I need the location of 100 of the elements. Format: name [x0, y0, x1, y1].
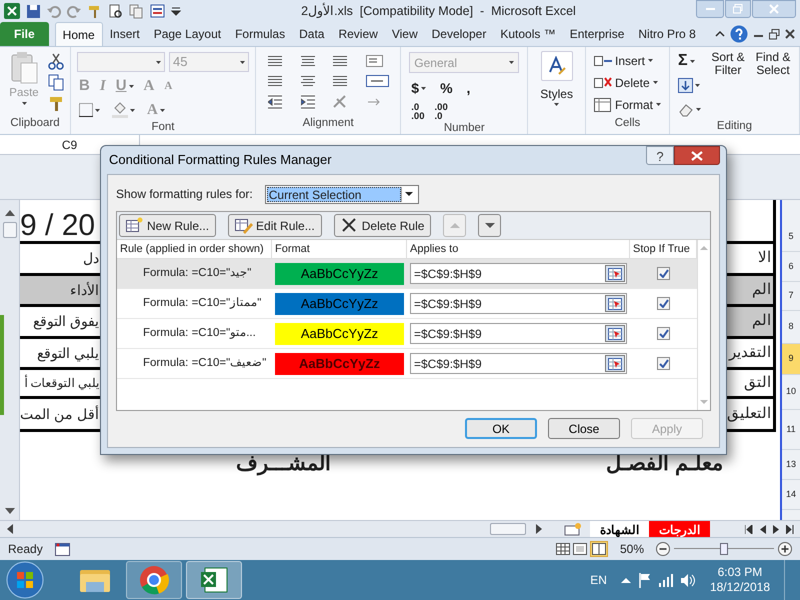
decrease-indent-icon[interactable] [268, 95, 282, 109]
cut-icon[interactable] [48, 53, 64, 70]
decimal-button[interactable]: .00 .0 [432, 103, 450, 121]
align-right-icon[interactable] [333, 76, 348, 86]
applies-to-field[interactable]: =$C$9:$H$9 [410, 293, 627, 314]
cells-button[interactable]: Format [594, 95, 661, 114]
align-center-icon[interactable] [300, 76, 315, 86]
applies-to-field[interactable]: =$C$9:$H$9 [410, 323, 627, 344]
show-hidden-icons-icon[interactable] [620, 577, 631, 583]
ribbon-tab[interactable]: View [384, 22, 425, 46]
close-window-icon[interactable] [785, 28, 796, 40]
start-button-icon[interactable] [6, 561, 44, 599]
percent-button[interactable]: % [438, 78, 455, 98]
flag-icon[interactable] [638, 572, 651, 588]
align-top-icon[interactable] [268, 56, 282, 66]
comma-button[interactable]: , [464, 78, 472, 98]
copy-icon[interactable] [129, 4, 144, 18]
stop-if-true-checkbox[interactable] [657, 357, 670, 370]
find-select-button[interactable]: Find & Select [753, 51, 793, 119]
stop-if-true-checkbox[interactable] [657, 297, 670, 310]
applies-to-field[interactable]: =$C$9:$H$9 [410, 263, 627, 284]
zoom-in-icon[interactable] [778, 542, 792, 556]
scroll-left-icon[interactable] [7, 524, 13, 534]
scope-dropdown[interactable]: Current Selection [264, 184, 419, 204]
pane-handle[interactable] [0, 315, 4, 415]
restore-window-icon[interactable] [769, 28, 780, 40]
language-indicator[interactable]: EN [590, 571, 607, 589]
move-down-button[interactable] [478, 214, 502, 237]
zoom-out-icon[interactable] [656, 542, 670, 556]
currency-button[interactable]: $ [409, 78, 428, 98]
ribbon-tab[interactable]: Enterprise [562, 22, 632, 46]
ribbon-tab[interactable]: Home [54, 22, 103, 46]
print-preview-icon[interactable] [108, 4, 123, 18]
fill-color-button[interactable] [110, 100, 137, 120]
ribbon-tab[interactable]: Developer [424, 22, 494, 46]
cells-button[interactable]: Insert [594, 51, 661, 70]
toolbar-button[interactable]: Delete Rule [334, 214, 432, 237]
toolbar-button[interactable]: New Rule... [119, 214, 216, 237]
cells-button[interactable]: Delete [594, 73, 661, 92]
help-button[interactable]: ? [646, 146, 674, 165]
toolbar-button[interactable]: Edit Rule... [228, 214, 322, 237]
file-tab[interactable]: File [0, 22, 49, 46]
zoom-slider[interactable] [674, 542, 774, 556]
align-middle-icon[interactable] [300, 56, 315, 66]
ribbon-tab[interactable]: Nitro Pro 8 [631, 22, 703, 46]
save-icon[interactable] [26, 4, 41, 18]
decimal-button[interactable]: .0 .00 [409, 103, 427, 121]
fill-button[interactable] [676, 75, 703, 95]
page-layout-view-icon[interactable] [572, 543, 587, 555]
sort-filter-button[interactable]: Sort & Filter [709, 51, 747, 119]
ribbon-tab[interactable]: Kutools ™ [493, 22, 563, 46]
scroll-up-icon[interactable] [4, 210, 14, 216]
new-sheet-icon[interactable] [564, 522, 582, 536]
first-sheet-icon[interactable] [745, 524, 753, 534]
autosum-button[interactable]: Σ [676, 51, 703, 71]
format-painter-icon[interactable] [48, 95, 64, 112]
scroll-right-icon[interactable] [536, 524, 542, 534]
scrollbar[interactable] [697, 240, 710, 410]
dialog-button[interactable]: Close [548, 418, 620, 439]
last-sheet-icon[interactable] [786, 524, 794, 534]
orientation-icon[interactable] [366, 55, 383, 67]
stop-if-true-checkbox[interactable] [657, 327, 670, 340]
clock[interactable]: 6:03 PM 18/12/2018 [710, 565, 770, 595]
rule-formula: Formula: =C10="جيد" [143, 266, 252, 279]
ribbon-tab[interactable]: Insert [102, 22, 147, 46]
check-icon [658, 269, 668, 278]
ribbon-tab[interactable]: Page Layout [146, 22, 228, 46]
font-name-field[interactable] [77, 52, 165, 72]
taskbar-button[interactable] [186, 561, 242, 599]
previous-sheet-icon[interactable] [760, 524, 766, 534]
scrollbar-thumb[interactable] [2, 222, 16, 238]
scrollbar-thumb[interactable] [490, 523, 526, 535]
volume-icon[interactable] [680, 572, 696, 588]
copy-icon[interactable] [48, 74, 64, 91]
macro-record-icon[interactable] [54, 542, 70, 556]
next-sheet-icon[interactable] [773, 524, 779, 534]
borders-button[interactable] [77, 100, 102, 120]
format-painter-icon[interactable] [87, 4, 102, 18]
stop-if-true-checkbox[interactable] [657, 267, 670, 280]
ribbon-tab[interactable]: Formulas [228, 22, 292, 46]
ribbon-tab[interactable]: Review [331, 22, 385, 46]
normal-view-icon[interactable] [556, 543, 570, 555]
help-icon[interactable] [730, 25, 748, 43]
align-left-icon[interactable] [268, 76, 282, 86]
taskbar-button[interactable] [126, 561, 182, 599]
excel-logo-icon[interactable] [4, 3, 20, 19]
collapse-ribbon-icon[interactable] [715, 29, 725, 39]
dialog-button[interactable]: OK [465, 418, 537, 439]
applies-to-field[interactable]: =$C$9:$H$9 [410, 353, 627, 374]
ribbon-tab[interactable]: Data [292, 22, 332, 46]
form-icon[interactable] [150, 4, 165, 18]
sheet-tab[interactable]: الشهادة [590, 521, 649, 537]
signal-icon[interactable] [658, 573, 673, 587]
page-break-view-button[interactable] [590, 541, 608, 557]
scroll-down-icon[interactable] [4, 508, 14, 514]
sheet-tab[interactable]: الدرجات [649, 521, 710, 537]
increase-indent-icon[interactable] [300, 95, 315, 109]
customize-arrow-icon[interactable] [171, 5, 181, 17]
close-button[interactable] [674, 146, 720, 165]
align-bottom-icon[interactable] [333, 56, 348, 66]
